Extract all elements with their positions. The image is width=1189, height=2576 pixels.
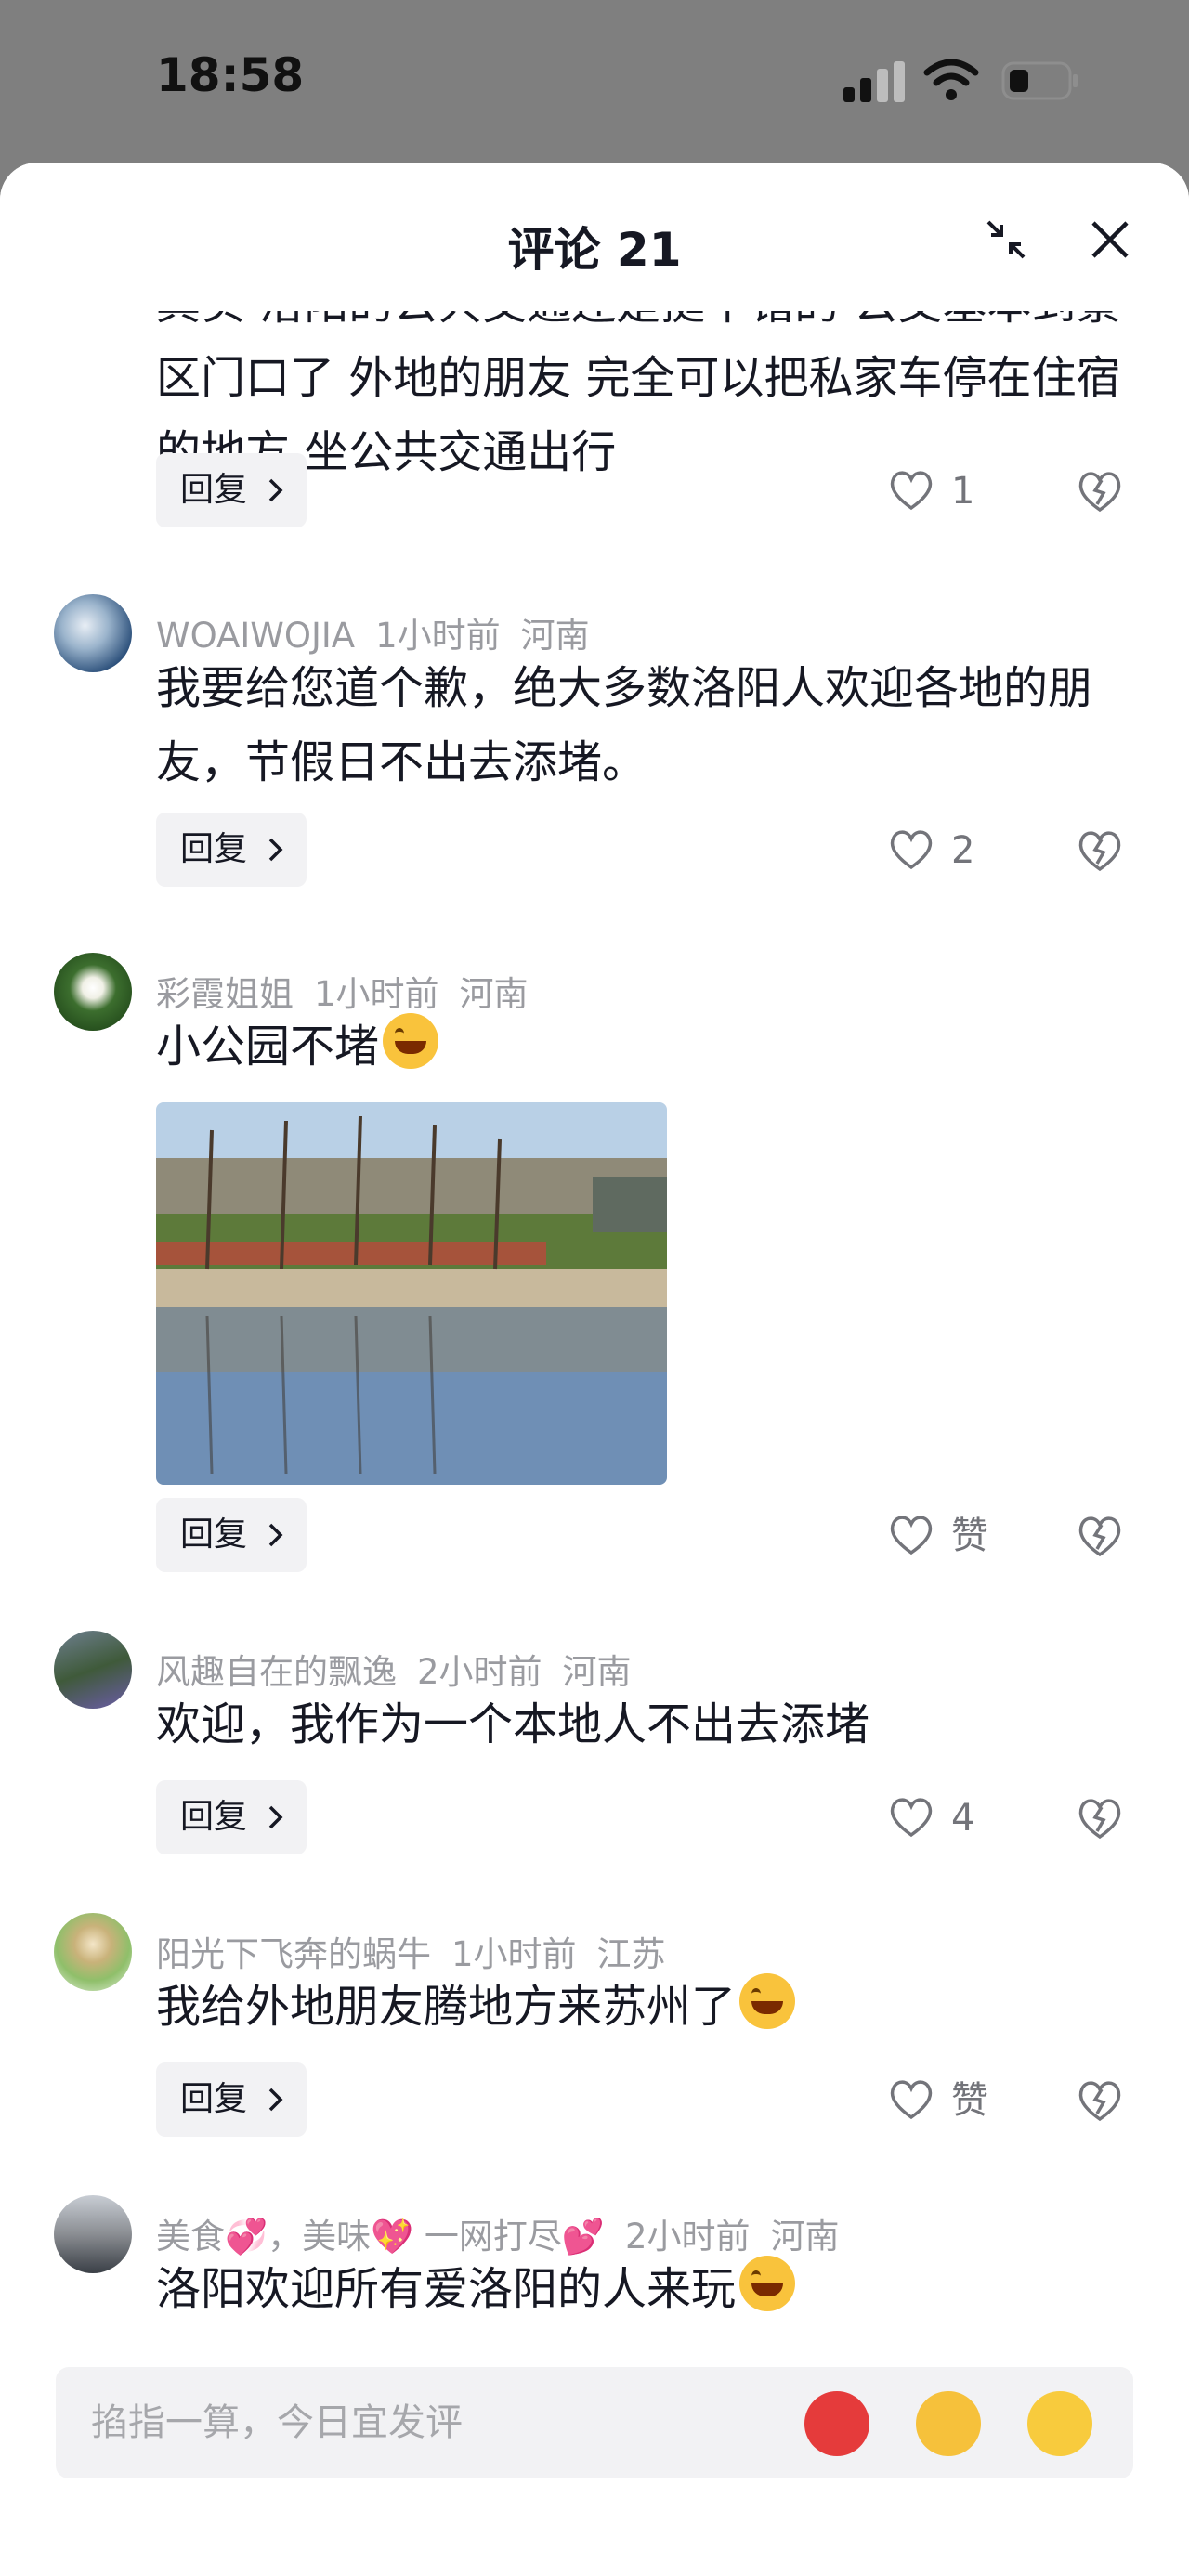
party-emoji-icon[interactable]: [916, 2391, 981, 2456]
grin-emoji-icon: [739, 2256, 796, 2311]
battery-icon: [1001, 61, 1078, 100]
status-time: 18:58: [156, 48, 305, 102]
dislike-heart-icon[interactable]: [1076, 467, 1124, 515]
comment-item: 风趣自在的飘逸 2小时前 河南 欢迎，我作为一个本地人不出去添堵 回复 4: [0, 1631, 1189, 1900]
username[interactable]: 美食💞，美味💖 一网打尽💕: [156, 2217, 605, 2257]
comment-meta: 阳光下飞奔的蜗牛 1小时前 江苏: [156, 1926, 686, 1976]
chevron-right-icon: [268, 478, 283, 502]
chevron-right-icon: [268, 1805, 283, 1829]
status-bar: 18:58: [0, 0, 1189, 163]
comment-text: 小公园不堵: [156, 1021, 380, 1073]
comment-location: 江苏: [596, 1934, 666, 1974]
grin-emoji-icon[interactable]: [1027, 2391, 1092, 2456]
comment-location: 河南: [770, 2217, 840, 2257]
comment-time: 1小时前: [451, 1934, 577, 1974]
comment-time: 1小时前: [314, 974, 439, 1014]
comment-item: 阳光下飞奔的蜗牛 1小时前 江苏 我给外地朋友腾地方来苏州了 回复 赞: [0, 1913, 1189, 2182]
comment-text-row: 我给外地朋友腾地方来苏州了: [156, 1970, 1141, 2044]
park-pond-image: [156, 1102, 667, 1485]
username[interactable]: WOAIWOJIA: [156, 616, 355, 656]
close-icon[interactable]: [1087, 216, 1133, 263]
comment-time: 2小时前: [624, 2217, 751, 2257]
comment-text: 我给外地朋友腾地方来苏州了: [156, 1981, 737, 2033]
comment-time: 2小时前: [417, 1652, 542, 1692]
reply-label: 回复: [180, 1798, 248, 1836]
chevron-right-icon: [268, 1523, 283, 1547]
comment-text: 洛阳欢迎所有爱洛阳的人来玩: [156, 2263, 737, 2315]
comment-meta: 美食💞，美味💖 一网打尽💕 2小时前 河南: [156, 2208, 860, 2258]
dislike-heart-icon[interactable]: [1076, 826, 1124, 875]
comment-text: 欢迎，我作为一个本地人不出去添堵: [156, 1698, 870, 1750]
comment-text: 我要给您道个歉，绝大多数洛阳人欢迎各地的朋友，节假日不出去添堵。: [156, 662, 1093, 788]
comment-list[interactable]: 其实 洛阳的公共交通还是挺不错的 公交基本到景区门口了 外地的朋友 完全可以把私…: [0, 274, 1189, 2335]
comment-photo[interactable]: [156, 1102, 667, 1485]
comment-item: 彩霞姐姐 1小时前 河南 小公园不堵 回复 赞: [0, 953, 1189, 1603]
comment-text-row: 洛阳欢迎所有爱洛阳的人来玩: [156, 2252, 1141, 2326]
reply-label: 回复: [180, 1516, 248, 1554]
dislike-heart-icon[interactable]: [1076, 1512, 1124, 1560]
like-count: 赞: [951, 2079, 988, 2122]
cellular-signal-icon: [843, 61, 905, 102]
sheet-header: 评论 21: [0, 163, 1189, 311]
comment-meta: 彩霞姐姐 1小时前 河南: [156, 966, 549, 1016]
comment-location: 河南: [520, 616, 590, 656]
like-count: 2: [951, 829, 975, 872]
avatar[interactable]: [54, 2195, 132, 2273]
like-count: 4: [951, 1797, 975, 1840]
avatar[interactable]: [54, 953, 132, 1031]
reply-button[interactable]: 回复: [156, 453, 307, 527]
avatar[interactable]: [54, 1631, 132, 1709]
reply-button[interactable]: 回复: [156, 1498, 307, 1572]
like-count: 1: [951, 470, 975, 513]
angry-emoji-icon[interactable]: [804, 2391, 869, 2456]
heart-icon: [890, 1516, 933, 1555]
reply-button[interactable]: 回复: [156, 2062, 307, 2137]
reply-button[interactable]: 回复: [156, 813, 307, 887]
comment-meta: WOAIWOJIA 1小时前 河南: [156, 607, 610, 657]
comment-item: 其实 洛阳的公共交通还是挺不错的 公交基本到景区门口了 外地的朋友 完全可以把私…: [0, 274, 1189, 553]
grin-emoji-icon: [383, 1013, 439, 1069]
username[interactable]: 彩霞姐姐: [156, 974, 294, 1014]
comment-input[interactable]: [91, 2395, 741, 2451]
reply-label: 回复: [180, 471, 248, 509]
chevron-right-icon: [268, 2088, 283, 2112]
comment-location: 河南: [562, 1652, 632, 1692]
like-count: 赞: [951, 1515, 988, 1557]
reply-label: 回复: [180, 2080, 248, 2118]
reply-label: 回复: [180, 830, 248, 868]
heart-icon: [890, 830, 933, 870]
comment-time: 1小时前: [375, 616, 501, 656]
comment-location: 河南: [459, 974, 529, 1014]
heart-icon: [890, 471, 933, 511]
dislike-heart-icon[interactable]: [1076, 2076, 1124, 2125]
comment-text-row: 小公园不堵: [156, 1009, 1141, 1084]
username[interactable]: 风趣自在的飘逸: [156, 1652, 397, 1692]
heart-icon: [890, 2080, 933, 2120]
avatar[interactable]: [54, 1913, 132, 1991]
avatar[interactable]: [54, 594, 132, 672]
chevron-right-icon: [268, 838, 283, 862]
collapse-icon[interactable]: [983, 216, 1029, 263]
dislike-heart-icon[interactable]: [1076, 1794, 1124, 1842]
comment-item: WOAIWOJIA 1小时前 河南 我要给您道个歉，绝大多数洛阳人欢迎各地的朋友，节…: [0, 594, 1189, 938]
comment-meta: 风趣自在的飘逸 2小时前 河南: [156, 1644, 652, 1694]
grin-emoji-icon: [739, 1973, 796, 2029]
comment-sheet: 其实 洛阳的公共交通还是挺不错的 公交基本到景区门口了 外地的朋友 完全可以把私…: [0, 163, 1189, 2576]
reply-button[interactable]: 回复: [156, 1780, 307, 1854]
wifi-icon: [923, 59, 979, 100]
comment-item: 美食💞，美味💖 一网打尽💕 2小时前 河南 洛阳欢迎所有爱洛阳的人来玩: [0, 2195, 1189, 2335]
comment-input-bar: [56, 2367, 1133, 2478]
heart-icon: [890, 1798, 933, 1838]
username[interactable]: 阳光下飞奔的蜗牛: [156, 1934, 431, 1974]
